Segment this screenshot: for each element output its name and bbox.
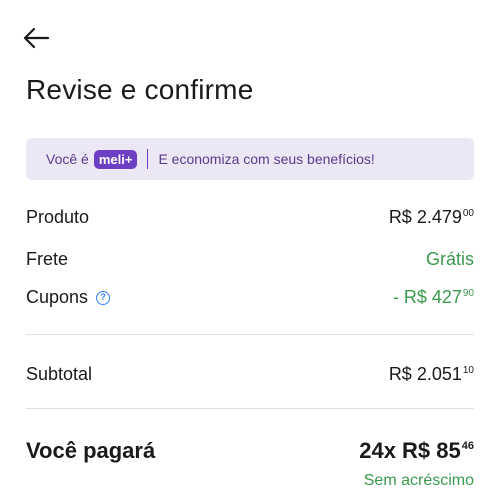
- product-value: R$ 2.47900: [388, 207, 474, 227]
- banner-message: E economiza com seus benefícios!: [158, 151, 375, 167]
- subtotal-value: R$ 2.05110: [388, 364, 474, 384]
- page-title: Revise e confirme: [26, 74, 254, 105]
- product-row: Produto R$ 2.47900: [26, 207, 474, 228]
- subtotal-row: Subtotal R$ 2.05110: [26, 364, 474, 385]
- divider: [26, 408, 474, 409]
- total-value: 24x R$ 8546: [359, 438, 474, 463]
- meli-plus-badge: meli+: [93, 149, 138, 169]
- shipping-label: Frete: [26, 249, 69, 269]
- question-circle-icon[interactable]: ?: [96, 290, 111, 305]
- back-button[interactable]: [20, 22, 52, 54]
- divider: [26, 334, 474, 335]
- arrow-left-icon: [23, 27, 50, 49]
- coupons-row: Cupons ? - R$ 42790: [26, 287, 474, 308]
- banner-divider: [147, 149, 149, 169]
- total-row: Você pagará 24x R$ 8546: [26, 438, 474, 464]
- coupons-label: Cupons: [26, 287, 89, 307]
- meli-plus-banner: Você é meli+ E economiza com seus benefí…: [26, 138, 474, 180]
- product-label: Produto: [26, 207, 90, 227]
- subtotal-label: Subtotal: [26, 364, 93, 384]
- shipping-row: Frete Grátis: [26, 249, 474, 270]
- coupons-value: - R$ 42790: [392, 287, 474, 307]
- installment-note: Sem acréscimo: [363, 472, 474, 489]
- total-label: Você pagará: [26, 438, 156, 463]
- shipping-value: Grátis: [425, 249, 474, 269]
- banner-prefix: Você é: [46, 151, 89, 167]
